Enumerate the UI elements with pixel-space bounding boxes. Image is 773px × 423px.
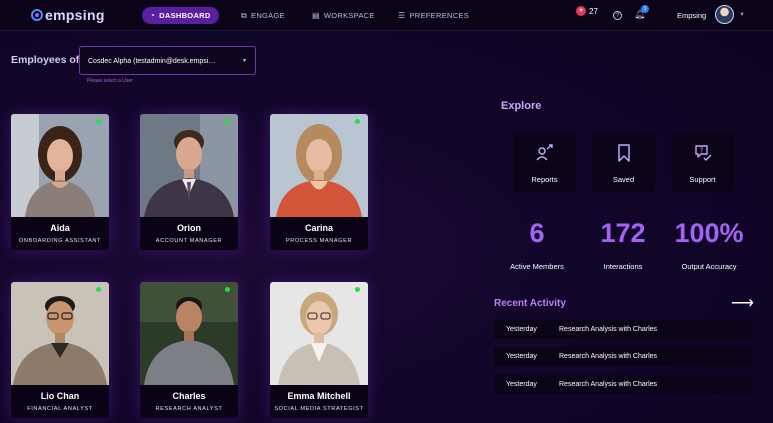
employee-role: SOCIAL MEDIA STRATEGIST (274, 406, 364, 412)
activity-text: Research Analysis with Charles (559, 326, 658, 333)
stat-active-members-value: 6 (529, 218, 545, 248)
employee-photo (140, 114, 238, 217)
workspace-icon: ▤ (312, 11, 320, 20)
nav-preferences[interactable]: ☰ PREFERENCES (398, 7, 469, 24)
nav-workspace-label: WORKSPACE (323, 11, 375, 20)
employee-card[interactable]: Orion ACCOUNT MANAGER (140, 114, 238, 250)
activity-text: Research Analysis with Charles (559, 381, 658, 388)
employee-role: ONBOARDING ASSISTANT (18, 238, 102, 244)
logo-text: empsing (45, 7, 105, 23)
dashboard-icon: ◔ (150, 11, 156, 20)
engage-icon: ⧉ (241, 10, 248, 20)
explore-tile-support[interactable]: ? Support (671, 131, 734, 192)
explore-tile-saved[interactable]: Saved (592, 131, 655, 192)
recent-activity-title: Recent Activity (494, 298, 566, 309)
stat-interactions-value: 172 (600, 218, 646, 248)
employee-card[interactable]: Emma Mitchell SOCIAL MEDIA STRATEGIST (270, 282, 368, 418)
employees-of-label: Employees of (11, 54, 80, 66)
explore-tile-reports[interactable]: Reports (513, 131, 576, 192)
user-name[interactable]: Empsing (677, 11, 706, 20)
svg-text:?: ? (700, 147, 704, 155)
employee-name: Orion (177, 223, 201, 233)
avatar (715, 5, 734, 24)
user-menu[interactable]: ▼ (715, 5, 745, 24)
stat-active-members-label: Active Members (510, 262, 564, 271)
online-status-dot (96, 287, 101, 292)
chevron-down-icon: ▼ (242, 58, 247, 64)
notification-badge: 1 (641, 5, 649, 13)
employee-photo (11, 114, 109, 217)
explore-tile-label: Support (689, 175, 716, 184)
activity-text: Research Analysis with Charles (559, 353, 658, 360)
activity-row[interactable]: Yesterday Research Analysis with Charles (494, 375, 753, 394)
employee-card[interactable]: Aida ONBOARDING ASSISTANT (11, 114, 109, 250)
employee-card[interactable]: Lio Chan FINANCIAL ANALYST (11, 282, 109, 418)
employee-photo (270, 114, 368, 217)
likes-counter[interactable]: ♥ 27 (576, 6, 598, 16)
likes-count: 27 (589, 6, 598, 16)
sliders-icon: ☰ (398, 11, 406, 20)
notifications-button[interactable]: 🔔︎ 1 (634, 5, 649, 20)
employee-photo (270, 282, 368, 385)
employee-name: Emma Mitchell (287, 391, 351, 401)
heart-icon: ♥ (576, 6, 586, 16)
online-status-dot (96, 119, 101, 124)
top-nav-bar: empsing ◔ DASHBOARD ⧉ ENGAGE ▤ WORKSPACE… (0, 0, 773, 31)
employee-role: ACCOUNT MANAGER (155, 238, 223, 244)
support-icon: ? (695, 145, 712, 161)
employee-owner-value: Cosdec Alpha (testadmin@desk.empsi… (88, 58, 216, 65)
employee-role: FINANCIAL ANALYST (27, 406, 93, 412)
bell-icon: 🔔︎ 1 (634, 5, 649, 20)
online-status-dot (225, 119, 230, 124)
employee-name: Charles (172, 391, 206, 401)
help-icon: ? (613, 11, 622, 20)
stat-interactions-label: Interactions (603, 262, 643, 271)
employee-owner-select[interactable]: Cosdec Alpha (testadmin@desk.empsi… ▼ (79, 46, 256, 75)
employee-role: RESEARCH ANALYST (155, 406, 223, 412)
explore-title: Explore (501, 100, 542, 112)
activity-date: Yesterday (506, 381, 537, 388)
nav-dashboard-label: DASHBOARD (159, 11, 211, 20)
nav-workspace[interactable]: ▤ WORKSPACE (312, 7, 375, 24)
explore-tile-label: Reports (531, 175, 558, 184)
online-status-dot (225, 287, 230, 292)
bookmark-icon (618, 144, 630, 162)
employee-role: PROCESS MANAGER (285, 238, 353, 244)
nav-preferences-label: PREFERENCES (409, 11, 470, 20)
online-status-dot (355, 119, 360, 124)
logo-icon (31, 9, 43, 21)
employee-card[interactable]: Carina PROCESS MANAGER (270, 114, 368, 250)
nav-engage-label: ENGAGE (251, 11, 285, 20)
stat-output-accuracy-value: 100% (674, 218, 744, 248)
employee-name: Aida (50, 223, 70, 233)
employee-photo (11, 282, 109, 385)
reports-icon (536, 144, 553, 161)
help-button[interactable]: ? (613, 11, 622, 20)
logo[interactable]: empsing (31, 7, 105, 23)
stat-output-accuracy-label: Output Accuracy (681, 262, 737, 271)
select-hint: Please select a User (87, 78, 133, 84)
activity-row[interactable]: Yesterday Research Analysis with Charles (494, 320, 753, 339)
nav-dashboard[interactable]: ◔ DASHBOARD (142, 7, 219, 24)
employee-card[interactable]: Charles RESEARCH ANALYST (140, 282, 238, 418)
activity-date: Yesterday (506, 326, 537, 333)
online-status-dot (355, 287, 360, 292)
employee-name: Carina (304, 223, 333, 233)
chevron-down-icon: ▼ (739, 11, 745, 18)
employee-name: Lio Chan (40, 391, 80, 401)
activity-row[interactable]: Yesterday Research Analysis with Charles (494, 347, 753, 366)
explore-tile-label: Saved (612, 175, 635, 184)
arrow-right-icon[interactable]: ⟶ (731, 293, 754, 313)
employee-photo (140, 282, 238, 385)
activity-date: Yesterday (506, 353, 537, 360)
nav-engage[interactable]: ⧉ ENGAGE (241, 7, 285, 24)
